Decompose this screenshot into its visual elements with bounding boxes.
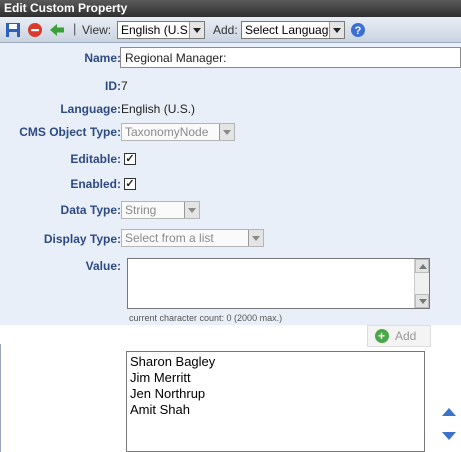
editable-label: Editable: bbox=[70, 152, 121, 166]
save-icon[interactable] bbox=[5, 22, 21, 38]
cms-object-type-label: CMS Object Type: bbox=[19, 125, 121, 139]
data-type-value: String bbox=[125, 203, 157, 217]
value-label: Value: bbox=[85, 259, 121, 273]
check-icon: ✓ bbox=[125, 178, 135, 190]
move-up-icon[interactable] bbox=[442, 408, 456, 416]
delete-icon[interactable] bbox=[27, 22, 43, 38]
plus-circle-icon bbox=[375, 326, 389, 346]
display-type-value: Select from a list bbox=[125, 231, 214, 245]
cms-object-type-value: TaxonomyNode bbox=[125, 125, 209, 139]
add-label: Add: bbox=[213, 23, 238, 37]
view-language-value: English (U.S.) bbox=[121, 23, 196, 37]
value-listbox[interactable]: Sharon Bagley Jim Merritt Jen Northrup A… bbox=[126, 351, 425, 452]
data-type-label: Data Type: bbox=[60, 203, 121, 217]
add-button-label: Add bbox=[395, 329, 417, 343]
svg-text:?: ? bbox=[355, 25, 362, 37]
name-label: Name: bbox=[84, 51, 121, 65]
add-language-value: Select Language bbox=[245, 23, 336, 37]
list-item[interactable]: Amit Shah bbox=[130, 402, 421, 418]
scroll-down-icon[interactable] bbox=[415, 294, 429, 308]
list-item[interactable]: Jen Northrup bbox=[130, 386, 421, 402]
chevron-down-icon bbox=[189, 22, 204, 38]
chevron-down-icon bbox=[248, 230, 263, 246]
back-arrow-icon[interactable] bbox=[49, 22, 65, 38]
window-title: Edit Custom Property bbox=[0, 0, 461, 17]
check-icon: ✓ bbox=[125, 153, 135, 165]
language-value: English (U.S.) bbox=[121, 102, 196, 116]
enabled-checkbox[interactable]: ✓ bbox=[124, 178, 136, 190]
add-value-button[interactable]: Add bbox=[367, 325, 431, 347]
list-item[interactable]: Jim Merritt bbox=[130, 370, 421, 386]
display-type-label: Display Type: bbox=[43, 232, 121, 246]
value-textarea[interactable] bbox=[127, 258, 430, 309]
character-counter: current character count: 0 (2000 max.) bbox=[129, 313, 283, 323]
toolbar: | View: English (U.S.) Add: Select Langu… bbox=[0, 17, 461, 43]
chevron-down-icon bbox=[329, 22, 344, 38]
add-language-select[interactable]: Select Language bbox=[241, 21, 345, 39]
help-icon[interactable]: ? bbox=[350, 22, 366, 38]
toolbar-separator: | bbox=[73, 21, 77, 36]
language-label: Language: bbox=[60, 102, 121, 116]
editable-checkbox[interactable]: ✓ bbox=[124, 153, 136, 165]
display-type-select[interactable]: Select from a list bbox=[121, 229, 264, 247]
view-language-select[interactable]: English (U.S.) bbox=[117, 21, 205, 39]
list-item[interactable]: Sharon Bagley bbox=[130, 354, 421, 370]
scroll-up-icon[interactable] bbox=[415, 259, 429, 273]
id-value: 7 bbox=[121, 79, 128, 93]
name-field[interactable]: Regional Manager: bbox=[120, 47, 461, 68]
data-type-select[interactable]: String bbox=[121, 201, 200, 219]
chevron-down-icon bbox=[219, 124, 234, 140]
left-border bbox=[0, 344, 1, 452]
value-scrollbar[interactable] bbox=[414, 259, 429, 308]
move-down-icon[interactable] bbox=[442, 432, 456, 440]
chevron-down-icon bbox=[184, 202, 199, 218]
cms-object-type-select[interactable]: TaxonomyNode bbox=[121, 123, 235, 141]
view-label: View: bbox=[82, 23, 112, 37]
name-value: Regional Manager: bbox=[125, 51, 227, 65]
enabled-label: Enabled: bbox=[70, 177, 121, 191]
id-label: ID: bbox=[105, 79, 121, 93]
